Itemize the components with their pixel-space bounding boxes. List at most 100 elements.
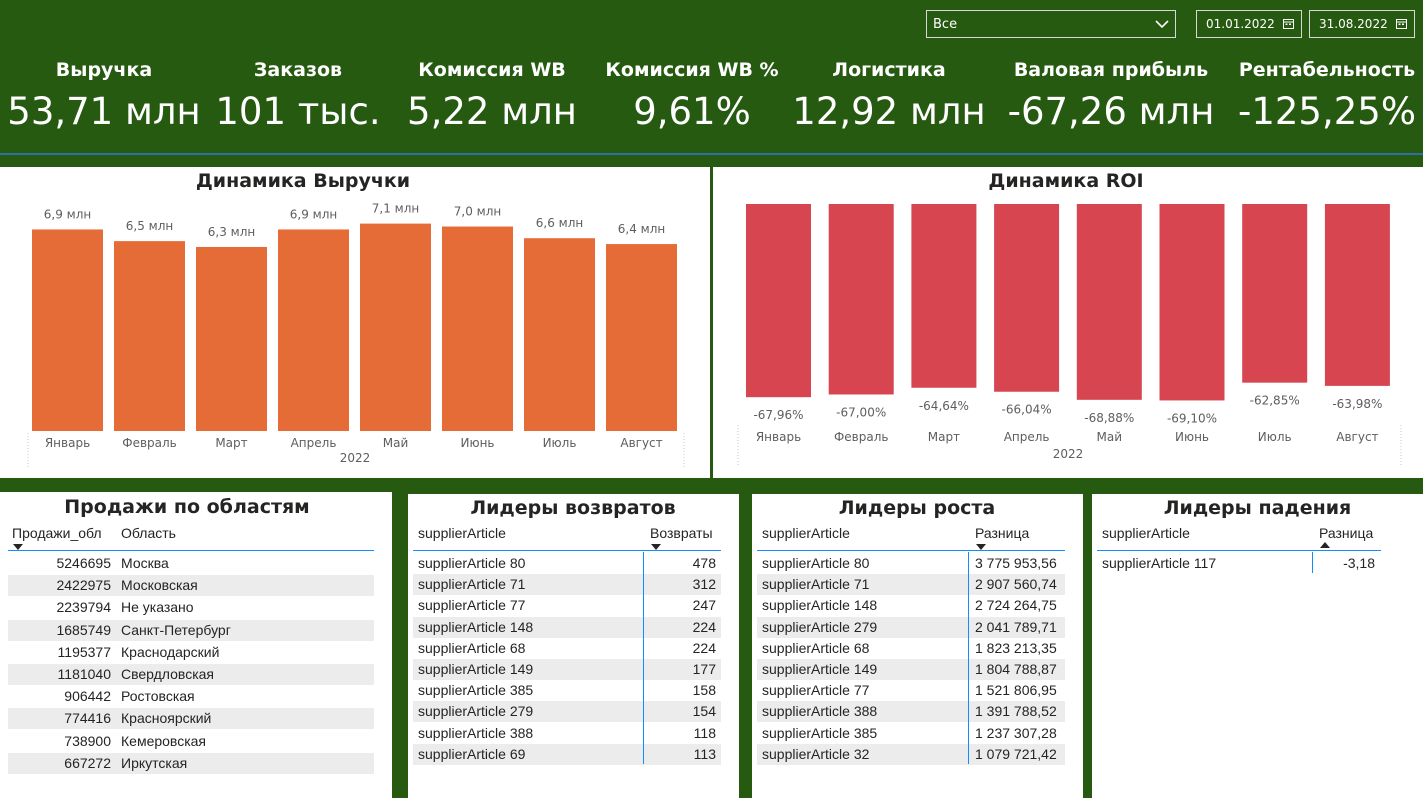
table-row[interactable]: 1181040 Свердловская bbox=[8, 664, 374, 685]
kpi-gross-profit: Валовая прибыль -67,26 млн bbox=[1000, 56, 1222, 134]
table-cell: supplierArticle 388 bbox=[762, 703, 878, 720]
table-cell: supplierArticle 148 bbox=[762, 597, 878, 614]
table-cell: supplierArticle 149 bbox=[762, 661, 878, 677]
data-label: 6,9 млн bbox=[44, 207, 91, 221]
table-row[interactable]: 906442 Ростовская bbox=[8, 686, 374, 707]
table-row[interactable]: supplierArticle 279 2 041 789,71 bbox=[757, 616, 1065, 638]
table-cell: 667272 bbox=[64, 754, 111, 771]
table-cell: Кемеровская bbox=[121, 732, 207, 749]
roi-bar bbox=[746, 204, 811, 398]
table-cell: 2 041 789,71 bbox=[975, 618, 1057, 635]
table-cell: Не указано bbox=[121, 599, 194, 616]
table-row[interactable]: 1685749 Санкт-Петербург bbox=[8, 619, 374, 641]
table-row[interactable]: supplierArticle 77 247 bbox=[413, 595, 721, 616]
category-label: Апрель bbox=[291, 436, 337, 450]
category-select-value: Все bbox=[933, 16, 958, 32]
table-cell: Иркутская bbox=[121, 754, 188, 771]
table-row[interactable]: supplierArticle 80 3 775 953,56 bbox=[757, 553, 1065, 574]
table-row[interactable]: supplierArticle 385 1 237 307,28 bbox=[757, 723, 1065, 744]
column-header-difference[interactable]: Разница bbox=[975, 525, 1029, 541]
column-header-sales[interactable]: Продажи_обл bbox=[12, 525, 102, 541]
year-label: 2022 bbox=[1053, 447, 1084, 461]
kpi-title: Логистика bbox=[832, 59, 946, 81]
category-select[interactable]: Все bbox=[926, 10, 1176, 38]
table-row[interactable]: supplierArticle 32 1 079 721,42 bbox=[757, 743, 1065, 765]
roi-bar bbox=[994, 204, 1060, 392]
table-row[interactable]: supplierArticle 117 -3,18 bbox=[1097, 553, 1381, 574]
column-header-article[interactable]: supplierArticle bbox=[418, 525, 506, 541]
category-label: Август bbox=[620, 436, 662, 450]
revenue-bar bbox=[32, 229, 103, 431]
table-row[interactable]: supplierArticle 388 1 391 788,52 bbox=[757, 701, 1065, 723]
roi-bar bbox=[1324, 204, 1390, 386]
data-label: 6,3 млн bbox=[208, 225, 255, 239]
table-title: Лидеры падения bbox=[1163, 497, 1352, 519]
category-label: Май bbox=[383, 436, 409, 450]
table-row[interactable]: supplierArticle 148 2 724 264,75 bbox=[757, 595, 1065, 616]
table-cell: Москва bbox=[121, 555, 169, 571]
calendar-icon[interactable] bbox=[1283, 18, 1294, 29]
table-row[interactable]: supplierArticle 385 158 bbox=[413, 680, 721, 701]
table-cell: 118 bbox=[693, 724, 716, 741]
column-header-article[interactable]: supplierArticle bbox=[762, 525, 850, 541]
header-divider bbox=[757, 550, 1065, 551]
table-row[interactable]: supplierArticle 71 312 bbox=[413, 574, 721, 596]
table-row[interactable]: supplierArticle 80 478 bbox=[413, 553, 721, 574]
table-row[interactable]: supplierArticle 77 1 521 806,95 bbox=[757, 680, 1065, 701]
table-cell: supplierArticle 279 bbox=[762, 618, 878, 635]
table-row[interactable]: supplierArticle 69 113 bbox=[413, 743, 721, 765]
table-row[interactable]: 5246695 Москва bbox=[8, 553, 374, 574]
column-header-returns[interactable]: Возвраты bbox=[650, 525, 713, 541]
header-divider bbox=[413, 550, 721, 551]
data-label: -64,64% bbox=[919, 399, 969, 413]
table-cell: 478 bbox=[692, 555, 716, 571]
table-cell: Краснодарский bbox=[121, 643, 220, 660]
table-cell: supplierArticle 149 bbox=[418, 661, 534, 677]
table-row[interactable]: supplierArticle 388 118 bbox=[413, 723, 721, 744]
table-cell: 738900 bbox=[64, 732, 111, 749]
date-to-value: 31.08.2022 bbox=[1319, 17, 1388, 31]
table-row[interactable]: 667272 Иркутская bbox=[8, 752, 374, 774]
table-cell: supplierArticle 68 bbox=[762, 639, 870, 656]
table-cell: supplierArticle 385 bbox=[418, 682, 534, 699]
roi-bar bbox=[1076, 204, 1142, 400]
category-label: Апрель bbox=[1004, 430, 1050, 444]
date-from-input[interactable]: 01.01.2022 bbox=[1196, 10, 1302, 38]
table-title: Продажи по областям bbox=[64, 496, 310, 518]
category-label: Май bbox=[1097, 430, 1123, 444]
table-cell: 1 521 806,95 bbox=[975, 682, 1057, 699]
decline-table-panel: Лидеры падения supplierArticle Разница s… bbox=[1092, 494, 1423, 798]
column-header-difference[interactable]: Разница bbox=[1319, 525, 1373, 541]
table-row[interactable]: supplierArticle 68 1 823 213,35 bbox=[757, 638, 1065, 659]
table-row[interactable]: supplierArticle 71 2 907 560,74 bbox=[757, 574, 1065, 596]
table-row[interactable]: supplierArticle 149 1 804 788,87 bbox=[757, 659, 1065, 680]
table-cell: 2 907 560,74 bbox=[975, 576, 1057, 593]
table-cell: 2422975 bbox=[56, 577, 111, 594]
category-label: Июль bbox=[1258, 430, 1292, 444]
kpi-value: -67,26 млн bbox=[1007, 90, 1215, 133]
table-cell: 1195377 bbox=[57, 643, 111, 660]
table-cell: 3 775 953,56 bbox=[975, 555, 1057, 571]
table-row[interactable]: 2239794 Не указано bbox=[8, 597, 374, 618]
kpi-value: 101 тыс. bbox=[215, 90, 381, 133]
date-to-input[interactable]: 31.08.2022 bbox=[1309, 10, 1415, 38]
table-row[interactable]: 1195377 Краснодарский bbox=[8, 642, 374, 663]
column-header-region[interactable]: Область bbox=[121, 525, 176, 541]
table-row[interactable]: 2422975 Московская bbox=[8, 575, 374, 597]
category-label: Март bbox=[215, 436, 247, 450]
data-label: -69,10% bbox=[1167, 411, 1217, 425]
table-row[interactable]: 774416 Красноярский bbox=[8, 708, 374, 730]
table-row[interactable]: 738900 Кемеровская bbox=[8, 731, 374, 752]
table-row[interactable]: supplierArticle 149 177 bbox=[413, 659, 721, 680]
table-row[interactable]: supplierArticle 279 154 bbox=[413, 701, 721, 723]
table-cell: supplierArticle 77 bbox=[762, 682, 870, 699]
calendar-icon[interactable] bbox=[1396, 18, 1407, 29]
table-row[interactable]: supplierArticle 148 224 bbox=[413, 616, 721, 638]
chevron-down-icon bbox=[1155, 20, 1169, 29]
table-row[interactable]: supplierArticle 68 224 bbox=[413, 638, 721, 659]
sort-asc-icon[interactable] bbox=[1320, 542, 1330, 548]
kpi-title: Комиссия WB % bbox=[605, 59, 779, 81]
category-label: Январь bbox=[45, 436, 90, 450]
column-header-article[interactable]: supplierArticle bbox=[1102, 525, 1190, 541]
table-cell: supplierArticle 80 bbox=[762, 555, 870, 571]
